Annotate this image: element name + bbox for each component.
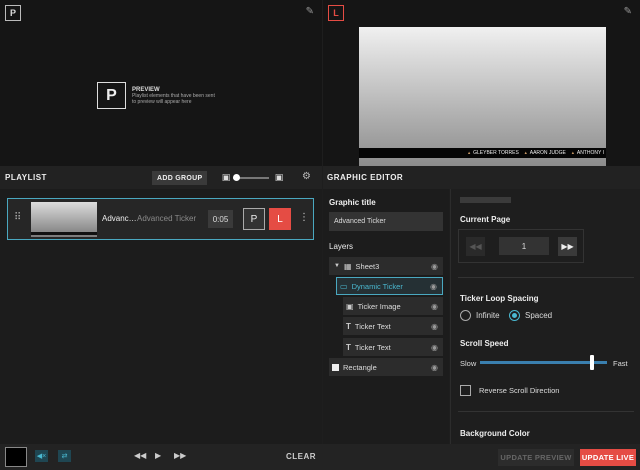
current-page-input[interactable]: 1: [499, 237, 549, 255]
item-name: Advanc…: [102, 214, 137, 223]
mute-icon[interactable]: ◀×: [35, 450, 48, 462]
live-pane: L ✎ GLEYBER TORRES AARON JUDGE ANTHONY I: [323, 0, 640, 166]
preview-logo-icon: P: [97, 82, 126, 109]
update-preview-button[interactable]: UPDATE PREVIEW: [498, 449, 574, 466]
layer-label: Ticker Image: [357, 301, 401, 311]
eye-icon[interactable]: ◉: [431, 363, 438, 372]
live-output-screen: [359, 27, 606, 166]
eye-icon[interactable]: ◉: [431, 262, 438, 271]
graphic-editor-header: GRAPHIC EDITOR: [323, 166, 640, 189]
playlist-area: ⠿ Advanc… Advanced Ticker 0:05 P L ⋮: [0, 189, 322, 444]
drag-handle-icon[interactable]: ⠿: [14, 212, 21, 223]
bottom-toolbar: ◀× ⇄ ◀◀ ▶ ▶▶ CLEAR UPDATE PREVIEW UPDATE…: [0, 444, 640, 470]
send-to-live-button[interactable]: L: [269, 208, 291, 230]
reverse-scroll-label: Reverse Scroll Direction: [479, 386, 560, 395]
playlist-item[interactable]: ⠿ Advanc… Advanced Ticker 0:05 P L ⋮: [7, 198, 314, 240]
preview-placeholder: P PREVIEW Playlist elements that have be…: [97, 82, 215, 109]
more-options-icon[interactable]: ⋮: [299, 212, 309, 223]
pin-icon[interactable]: ✎: [306, 6, 314, 17]
layer-label: Ticker Text: [354, 321, 391, 331]
clear-button[interactable]: CLEAR: [286, 452, 316, 461]
pin-icon[interactable]: ✎: [624, 6, 632, 17]
scroll-speed-thumb[interactable]: [590, 355, 594, 370]
preview-placeholder-line2: to preview will appear here: [132, 98, 192, 105]
radio-dot[interactable]: [509, 310, 520, 321]
layer-sheet3[interactable]: ▼ ▦ Sheet3 ◉: [329, 257, 443, 275]
current-page-label: Current Page: [460, 215, 511, 224]
rewind-icon[interactable]: ◀◀: [134, 451, 146, 460]
live-ticker-strip: GLEYBER TORRES AARON JUDGE ANTHONY I: [359, 148, 606, 158]
text-icon: T: [346, 321, 351, 331]
item-duration-input[interactable]: 0:05: [208, 210, 233, 228]
speed-max-label: Fast: [613, 359, 628, 368]
graphic-editor-left: Graphic title Advanced Ticker Layers ▼ ▦…: [323, 189, 449, 444]
layer-ticker-text[interactable]: T Ticker Text ◉: [343, 338, 443, 356]
loop-icon[interactable]: ⇄: [58, 450, 71, 462]
playlist-header: PLAYLIST ADD GROUP ▣ ▣ ⚙: [0, 166, 322, 189]
radio-label: Spaced: [525, 311, 553, 320]
send-to-preview-button[interactable]: P: [243, 208, 265, 230]
preview-pane: P ✎ P PREVIEW Playlist elements that hav…: [0, 0, 322, 166]
eye-icon[interactable]: ◉: [431, 322, 438, 331]
ticker-name: ANTHONY I: [571, 150, 604, 156]
scroll-speed-slider[interactable]: [480, 361, 607, 364]
page-controls: ◀◀ 1 ▶▶: [458, 229, 584, 263]
layer-ticker-text[interactable]: T Ticker Text ◉: [343, 317, 443, 335]
reverse-scroll-checkbox[interactable]: [460, 385, 471, 396]
layer-label: Rectangle: [343, 362, 377, 372]
speed-min-label: Slow: [460, 359, 477, 368]
update-live-button[interactable]: UPDATE LIVE: [580, 449, 636, 466]
ticker-icon: ▭: [340, 281, 348, 291]
radio-infinite[interactable]: Infinite: [460, 310, 500, 321]
gear-icon[interactable]: ⚙: [302, 171, 311, 182]
radio-dot[interactable]: [460, 310, 471, 321]
layer-ticker-image[interactable]: ▣ Ticker Image ◉: [343, 297, 443, 315]
text-icon: T: [346, 342, 351, 352]
scroll-speed-label: Scroll Speed: [460, 339, 509, 348]
radio-label: Infinite: [476, 311, 500, 320]
preview-placeholder-line1: Playlist elements that have been sent: [132, 92, 215, 99]
fast-forward-icon[interactable]: ▶▶: [174, 451, 186, 460]
previous-page-button[interactable]: ◀◀: [466, 237, 485, 256]
zoom-slider-thumb[interactable]: [233, 174, 240, 181]
next-page-button[interactable]: ▶▶: [558, 237, 577, 256]
play-icon[interactable]: ▶: [155, 451, 161, 460]
ticker-name: AARON JUDGE: [524, 150, 566, 156]
graphic-title-input[interactable]: Advanced Ticker: [329, 212, 443, 231]
item-thumbnail: [31, 202, 97, 237]
graphic-editor-right: Current Page ◀◀ 1 ▶▶ Ticker Loop Spacing…: [450, 189, 640, 444]
add-group-button[interactable]: ADD GROUP: [152, 171, 208, 185]
layer-rectangle[interactable]: Rectangle ◉: [329, 358, 443, 376]
item-type: Advanced Ticker: [137, 214, 197, 223]
divider: [458, 277, 634, 278]
eye-icon[interactable]: ◉: [431, 302, 438, 311]
rect-icon: [332, 363, 339, 371]
property-strip: [460, 197, 511, 203]
image-large-icon[interactable]: ▣: [274, 172, 284, 182]
graphic-title-label: Graphic title: [329, 198, 376, 207]
preview-placeholder-text: PREVIEW Playlist elements that have been…: [132, 87, 215, 105]
layer-dynamic-ticker[interactable]: ▭ Dynamic Ticker ◉: [336, 277, 443, 295]
image-small-icon[interactable]: ▣: [221, 172, 231, 182]
eye-icon[interactable]: ◉: [430, 282, 437, 291]
eye-icon[interactable]: ◉: [431, 343, 438, 352]
chevron-down-icon[interactable]: ▼: [334, 263, 340, 269]
loop-spacing-label: Ticker Loop Spacing: [460, 294, 539, 303]
layer-label: Ticker Text: [354, 342, 391, 352]
live-badge: L: [328, 5, 344, 21]
divider: [458, 411, 634, 412]
color-swatch[interactable]: [5, 447, 27, 467]
graphic-editor-title: GRAPHIC EDITOR: [327, 173, 404, 182]
ticker-name: GLEYBER TORRES: [467, 150, 519, 156]
radio-spaced[interactable]: Spaced: [509, 310, 552, 321]
layer-label: Sheet3: [355, 261, 380, 271]
preview-badge: P: [5, 5, 21, 21]
background-color-label: Background Color: [460, 429, 530, 438]
image-icon: ▣: [346, 301, 354, 311]
table-icon: ▦: [343, 261, 352, 271]
playlist-title: PLAYLIST: [5, 173, 47, 182]
layer-label: Dynamic Ticker: [351, 281, 403, 291]
layers-label: Layers: [329, 242, 354, 251]
